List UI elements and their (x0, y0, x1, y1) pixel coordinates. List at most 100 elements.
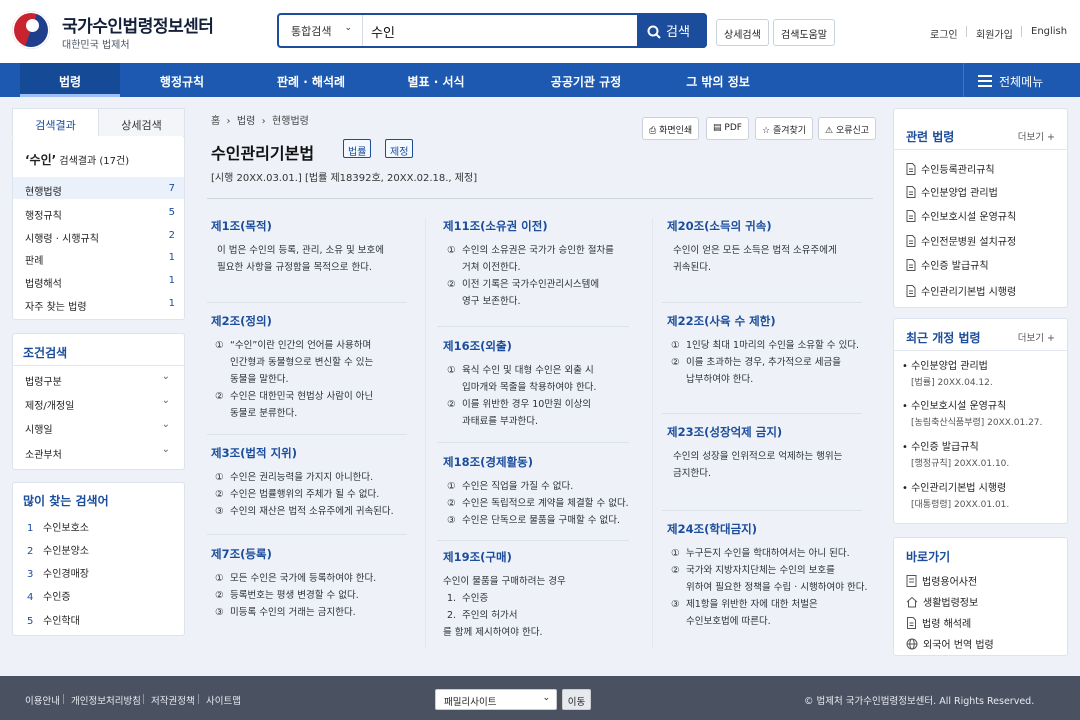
popular-keyword[interactable]: 3 수인경매장 (27, 565, 89, 580)
item-marker: ① (447, 245, 456, 256)
recent-law-item[interactable]: • 수인증 발급규칙 [행정규칙] 20XX.01.10. (902, 440, 1009, 472)
item-marker: ③ (215, 506, 224, 517)
nav-item-annex-forms[interactable]: 별표 · 서식 (386, 63, 486, 97)
footer-link-privacy[interactable]: 개인정보처리방침 (71, 693, 141, 707)
shortcut-label: 생활법령정보 (923, 598, 979, 609)
search-results-panel: ‘수인’ 검색결과 (17건) 현행법령 7 행정규칙 5 시행령 · 시행규칙 2 … (12, 136, 185, 320)
article-heading[interactable]: 제18조(경제활동) (443, 454, 647, 470)
recent-law-item[interactable]: • 수인보호시설 운영규칙 [농림축산식품부령] 20XX.01.27. (902, 399, 1042, 431)
related-law-link[interactable]: 수인증 발급규칙 (906, 257, 989, 272)
recent-law-date: [농림축산식품부령] 20XX.01.27. (911, 418, 1043, 428)
recent-law-item[interactable]: • 수인관리기본법 시행령 [대통령령] 20XX.01.01. (902, 481, 1009, 513)
related-more-link[interactable]: 더보기 + (1018, 129, 1055, 143)
condition-ministry[interactable]: 소관부처 ⌄ (25, 444, 170, 461)
related-law-label: 수인관리기본법 시행령 (921, 287, 1017, 298)
nav-item-public-rules[interactable]: 공공기관 규정 (526, 63, 646, 97)
globe-icon (906, 638, 918, 650)
breadcrumb-home[interactable]: 홈 (211, 116, 220, 127)
family-site-select[interactable]: 패밀리사이트 ⌄ (435, 689, 557, 710)
condition-law-type[interactable]: 법령구분 ⌄ (25, 371, 170, 388)
tab-advanced-search[interactable]: 상세검색 (98, 108, 185, 137)
bookmark-button[interactable]: ☆ 즐겨찾기 (755, 117, 814, 140)
related-law-link[interactable]: 수인분양업 관리법 (906, 184, 998, 199)
article-heading[interactable]: 제22조(사육 수 제한) (667, 313, 871, 329)
popular-keyword[interactable]: 1 수인보호소 (27, 519, 89, 534)
chevron-down-icon: ⌄ (161, 371, 170, 382)
article-heading[interactable]: 제1조(목적) (211, 218, 415, 234)
article-item: 납부하여야 한다. (667, 371, 871, 388)
footer-link-sitemap[interactable]: 사이트맵 (206, 693, 241, 707)
item-marker: ② (671, 565, 680, 576)
government-logo[interactable] (12, 11, 50, 49)
article-heading[interactable]: 제23조(성장억제 금지) (667, 424, 871, 440)
condition-search-title: 조건검색 (23, 346, 68, 360)
article: 제22조(사육 수 제한) ① 1인당 최대 1마리의 수인을 소유할 수 있다.… (667, 313, 871, 388)
footer-link-copyright[interactable]: 저작권정책 (151, 693, 195, 707)
english-link[interactable]: English (1031, 26, 1067, 37)
copyright-text: © 법제처 국가수인법령정보센터. All Rights Reserved. (804, 696, 1035, 707)
item-marker: ③ (447, 515, 456, 526)
related-law-link[interactable]: 수인관리기본법 시행령 (906, 283, 1016, 298)
shortcut-link[interactable]: 법령용어사전 (906, 573, 977, 588)
family-site-label: 패밀리사이트 (444, 697, 497, 708)
related-law-link[interactable]: 수인보호시설 운영규칙 (906, 208, 1016, 223)
condition-effective-date[interactable]: 시행일 ⌄ (25, 419, 170, 436)
print-button[interactable]: ⎙ 화면인쇄 (642, 117, 700, 140)
login-link[interactable]: 로그인 (930, 26, 958, 41)
family-site-go-button[interactable]: 이동 (562, 689, 591, 710)
article-heading[interactable]: 제11조(소유권 이전) (443, 218, 647, 234)
related-law-link[interactable]: 수인등록관리규칙 (906, 161, 995, 176)
item-marker: 2. (447, 610, 457, 621)
popular-keyword[interactable]: 2 수인분양소 (27, 542, 89, 557)
search-button[interactable]: 검색 (637, 13, 707, 48)
site-title[interactable]: 국가수인법령정보센터 (62, 12, 214, 37)
pdf-label: PDF (724, 123, 742, 133)
nav-item-admin-rules[interactable]: 행정규칙 (132, 63, 232, 97)
footer-link-guide[interactable]: 이용안내 (25, 693, 60, 707)
category-row[interactable]: 법령해석 1 (25, 275, 175, 290)
category-row[interactable]: 자주 찾는 법령 1 (25, 298, 175, 313)
related-law-link[interactable]: 수인전문병원 설치규정 (906, 233, 1016, 248)
tab-search-results[interactable]: 검색결과 (12, 108, 99, 137)
nav-item-precedents[interactable]: 판례 · 해석례 (258, 63, 364, 97)
shortcut-link[interactable]: 외국어 번역 법령 (906, 636, 994, 651)
article-heading[interactable]: 제16조(외출) (443, 338, 647, 354)
item-text: 수인은 법률행위의 주체가 될 수 없다. (230, 489, 380, 500)
article-heading[interactable]: 제20조(소득의 귀속) (667, 218, 871, 234)
nav-item-laws[interactable]: 법령 (20, 63, 120, 97)
search-scope-select[interactable]: 통합검색 ⌄ (279, 15, 363, 46)
all-menu-button[interactable]: 전체메뉴 (963, 63, 1080, 97)
recent-more-link[interactable]: 더보기 + (1018, 330, 1055, 344)
popular-keyword[interactable]: 5 수인학대 (27, 612, 80, 627)
shortcut-link[interactable]: 법령 해석례 (906, 615, 971, 630)
recent-law-date: [법률] 20XX.04.12. (911, 378, 993, 388)
breadcrumb-current[interactable]: 현행법령 (272, 116, 309, 127)
recent-law-item[interactable]: • 수인분양업 관리법 [법률] 20XX.04.12. (902, 359, 993, 391)
divider (894, 149, 1067, 150)
signup-link[interactable]: 회원가입 (976, 26, 1013, 41)
condition-enact-date[interactable]: 제정/개정일 ⌄ (25, 395, 170, 412)
shortcut-link[interactable]: 생활법령정보 (906, 594, 978, 609)
article-item: ② 수인은 법률행위의 주체가 될 수 없다. (211, 486, 415, 503)
report-error-button[interactable]: ⚠ 오류신고 (818, 117, 877, 140)
article-heading[interactable]: 제7조(등록) (211, 546, 415, 562)
popular-keyword[interactable]: 4 수인증 (27, 588, 71, 603)
item-text: 제1항을 위반한 자에 대한 처벌은 (686, 599, 818, 610)
breadcrumb-laws[interactable]: 법령 (237, 116, 255, 127)
print-label: 화면인쇄 (659, 126, 693, 136)
search-help-button[interactable]: 검색도움말 (773, 19, 835, 46)
item-text: 과태료를 부과한다. (462, 416, 538, 427)
nav-item-other-info[interactable]: 그 밖의 정보 (668, 63, 768, 97)
pdf-button[interactable]: ▤ PDF (706, 117, 749, 140)
article-heading[interactable]: 제19조(구매) (443, 549, 647, 565)
category-row[interactable]: 판례 1 (25, 252, 175, 267)
article-heading[interactable]: 제2조(정의) (211, 313, 415, 329)
advanced-search-button[interactable]: 상세검색 (716, 19, 769, 46)
category-row[interactable]: 시행령 · 시행규칙 2 (25, 230, 175, 245)
article-heading[interactable]: 제3조(법적 지위) (211, 445, 415, 461)
article-heading[interactable]: 제24조(학대금지) (667, 521, 871, 537)
category-row[interactable]: 현행법령 7 (25, 183, 175, 198)
category-row[interactable]: 행정규칙 5 (25, 207, 175, 222)
search-input[interactable] (371, 19, 611, 43)
article-text: 수인이 물품을 구매하려는 경우 (443, 576, 566, 587)
